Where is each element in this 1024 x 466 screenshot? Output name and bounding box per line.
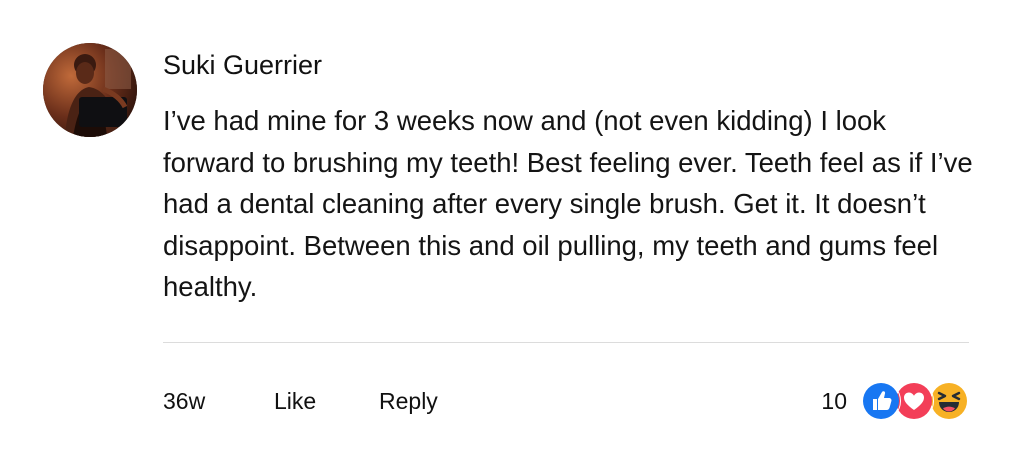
like-icon — [861, 381, 901, 421]
reaction-count: 10 — [821, 387, 847, 414]
comment-author[interactable]: Suki Guerrier — [163, 50, 322, 81]
comment-card: Suki Guerrier I’ve had mine for 3 weeks … — [0, 0, 1024, 466]
avatar[interactable] — [43, 43, 137, 137]
reaction-icons[interactable] — [861, 381, 969, 421]
comment-body: I’ve had mine for 3 weeks now and (not e… — [163, 105, 973, 302]
haha-icon — [929, 381, 969, 421]
reply-button[interactable]: Reply — [379, 388, 438, 415]
like-button[interactable]: Like — [274, 388, 316, 415]
comment-timestamp[interactable]: 36w — [163, 388, 205, 415]
reactions-summary[interactable]: 10 — [821, 381, 969, 421]
divider — [163, 342, 969, 343]
